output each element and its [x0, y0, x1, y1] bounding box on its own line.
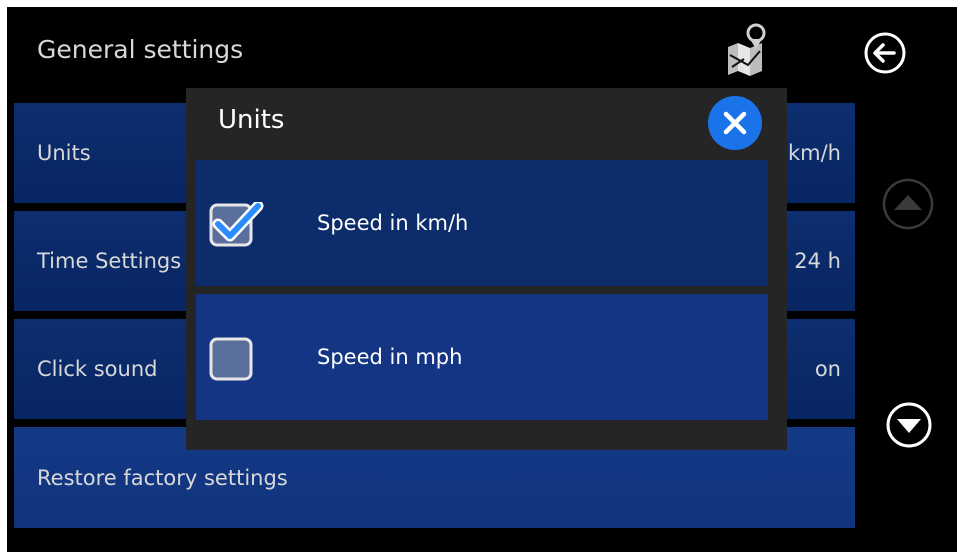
scroll-down-icon[interactable] [885, 401, 933, 449]
setting-label: Click sound [37, 357, 158, 381]
option-label: Speed in mph [317, 345, 463, 369]
setting-label: Units [37, 141, 91, 165]
back-arrow-icon[interactable] [863, 31, 907, 75]
option-label: Speed in km/h [317, 211, 469, 235]
close-icon [723, 111, 747, 135]
close-button[interactable] [708, 96, 762, 150]
scroll-up-icon[interactable] [881, 177, 935, 231]
setting-value: 24 h [794, 249, 841, 273]
settings-screen: General settings Units km/h Time Setting… [7, 7, 957, 552]
setting-value: km/h [787, 141, 841, 165]
option-speed-mph[interactable]: Speed in mph [196, 294, 768, 420]
option-speed-kmh[interactable]: Speed in km/h [196, 160, 768, 286]
page-title: General settings [37, 35, 244, 64]
checkbox-unchecked-icon[interactable] [208, 336, 272, 384]
dialog-title: Units [218, 105, 285, 135]
setting-label: Time Settings [37, 249, 182, 273]
setting-label: Restore factory settings [37, 465, 288, 490]
setting-value: on [814, 357, 841, 381]
checkbox-checked-icon[interactable] [208, 202, 272, 250]
map-pin-icon[interactable] [726, 21, 768, 77]
units-dialog: Units Speed in km/h Speed in mph [186, 88, 787, 450]
